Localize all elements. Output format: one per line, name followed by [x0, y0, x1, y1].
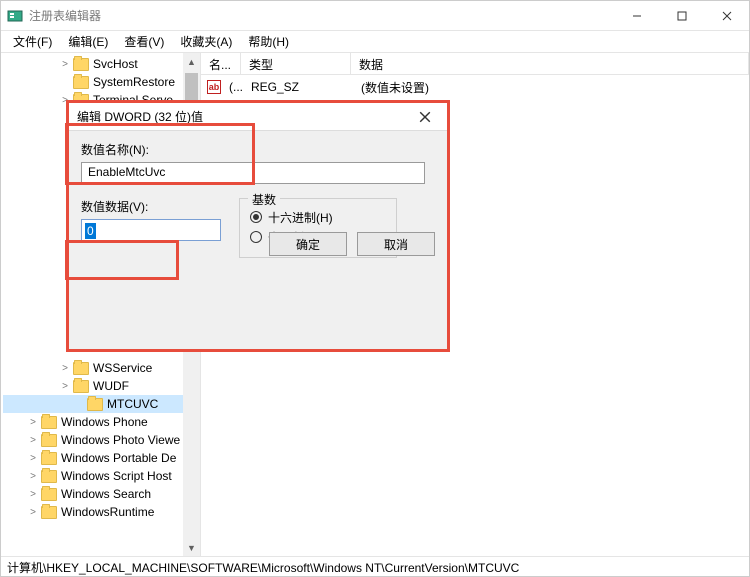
chevron-right-icon[interactable]: >	[27, 417, 39, 428]
tree-item[interactable]: > WSService	[3, 359, 200, 377]
tree-item[interactable]: > Windows Portable De	[3, 449, 200, 467]
chevron-right-icon[interactable]: >	[27, 453, 39, 464]
list-header: 名... 类型 数据	[201, 53, 749, 75]
dialog-buttons: 确定 取消	[269, 232, 435, 256]
tree-item-label: WSService	[93, 361, 152, 375]
tree-item-label: Windows Phone	[61, 415, 148, 429]
menu-view[interactable]: 查看(V)	[116, 31, 172, 52]
menu-favorites[interactable]: 收藏夹(A)	[172, 31, 240, 52]
statusbar: 计算机\HKEY_LOCAL_MACHINE\SOFTWARE\Microsof…	[1, 556, 749, 576]
tree-item-label: Windows Photo Viewe	[61, 433, 180, 447]
radio-unchecked-icon	[250, 231, 262, 243]
value-data-label: 数值数据(V):	[81, 198, 221, 215]
folder-icon	[41, 416, 57, 429]
tree-item-label: SystemRestore	[93, 75, 175, 89]
folder-icon	[41, 434, 57, 447]
minimize-button[interactable]	[614, 1, 659, 30]
folder-icon	[73, 380, 89, 393]
tree-item[interactable]: > WUDF	[3, 377, 200, 395]
tree-item[interactable]: > Windows Script Host	[3, 467, 200, 485]
col-type[interactable]: 类型	[241, 53, 351, 74]
list-row[interactable]: ab (... REG_SZ (数值未设置)	[201, 77, 749, 97]
dialog-title: 编辑 DWORD (32 位)值	[77, 108, 411, 125]
tree-item-label: WindowsRuntime	[61, 505, 154, 519]
tree-item-label: SvcHost	[93, 57, 138, 71]
folder-icon	[41, 470, 57, 483]
col-name[interactable]: 名...	[201, 53, 241, 74]
chevron-right-icon[interactable]: >	[59, 363, 71, 374]
folder-icon	[73, 362, 89, 375]
tree-item-label: Windows Portable De	[61, 451, 176, 465]
menu-edit[interactable]: 编辑(E)	[60, 31, 116, 52]
dialog-titlebar: 编辑 DWORD (32 位)值	[69, 103, 447, 131]
tree-item[interactable]: > Windows Phone	[3, 413, 200, 431]
edit-dword-dialog: 编辑 DWORD (32 位)值 数值名称(N): EnableMtcUvc 数…	[68, 102, 448, 350]
tree-item[interactable]: > Windows Search	[3, 485, 200, 503]
chevron-right-icon[interactable]: >	[27, 471, 39, 482]
window-title: 注册表编辑器	[29, 7, 614, 24]
tree-item-label: Windows Script Host	[61, 469, 172, 483]
regedit-icon	[7, 8, 23, 24]
chevron-right-icon[interactable]: >	[27, 507, 39, 518]
ok-button[interactable]: 确定	[269, 232, 347, 256]
scroll-down-arrow-icon[interactable]: ▼	[183, 539, 200, 556]
dialog-close-button[interactable]	[411, 103, 439, 131]
close-button[interactable]	[704, 1, 749, 30]
radix-hex-label: 十六进制(H)	[268, 209, 333, 226]
tree-item-label: MTCUVC	[107, 397, 158, 411]
value-name-field[interactable]: EnableMtcUvc	[81, 162, 425, 184]
tree-item-label: WUDF	[93, 379, 129, 393]
value-data-text: 0	[85, 223, 96, 239]
menu-help[interactable]: 帮助(H)	[240, 31, 297, 52]
folder-icon	[73, 76, 89, 89]
value-name-label: 数值名称(N):	[81, 141, 435, 158]
menu-file[interactable]: 文件(F)	[5, 31, 60, 52]
chevron-right-icon[interactable]: >	[27, 489, 39, 500]
tree-item-label: Windows Search	[61, 487, 151, 501]
folder-icon	[41, 506, 57, 519]
chevron-right-icon[interactable]: >	[59, 381, 71, 392]
close-icon	[419, 111, 431, 123]
window-controls	[614, 1, 749, 30]
radix-legend: 基数	[248, 191, 280, 208]
cell-data: (数值未设置)	[353, 79, 437, 96]
chevron-right-icon[interactable]: >	[59, 59, 71, 70]
titlebar: 注册表编辑器	[1, 1, 749, 31]
tree-item[interactable]: MTCUVC	[3, 395, 200, 413]
menubar: 文件(F) 编辑(E) 查看(V) 收藏夹(A) 帮助(H)	[1, 31, 749, 53]
cancel-button[interactable]: 取消	[357, 232, 435, 256]
scroll-up-arrow-icon[interactable]: ▲	[183, 53, 200, 70]
col-data[interactable]: 数据	[351, 53, 749, 74]
tree-item[interactable]: > SvcHost	[3, 55, 200, 73]
radio-checked-icon	[250, 211, 262, 223]
radix-hex-radio[interactable]: 十六进制(H)	[250, 207, 386, 227]
folder-icon	[73, 58, 89, 71]
string-value-icon: ab	[207, 80, 221, 94]
folder-icon	[41, 452, 57, 465]
dialog-body: 数值名称(N): EnableMtcUvc 数值数据(V): 0 基数 十六进制…	[69, 131, 447, 268]
folder-icon	[87, 398, 103, 411]
folder-icon	[41, 488, 57, 501]
tree-item[interactable]: > WindowsRuntime	[3, 503, 200, 521]
tree-item[interactable]: > Windows Photo Viewe	[3, 431, 200, 449]
maximize-button[interactable]	[659, 1, 704, 30]
cell-type: REG_SZ	[243, 80, 353, 94]
tree-item[interactable]: SystemRestore	[3, 73, 200, 91]
value-data-field[interactable]: 0	[81, 219, 221, 241]
chevron-right-icon[interactable]: >	[27, 435, 39, 446]
cell-name: (...	[221, 80, 243, 94]
